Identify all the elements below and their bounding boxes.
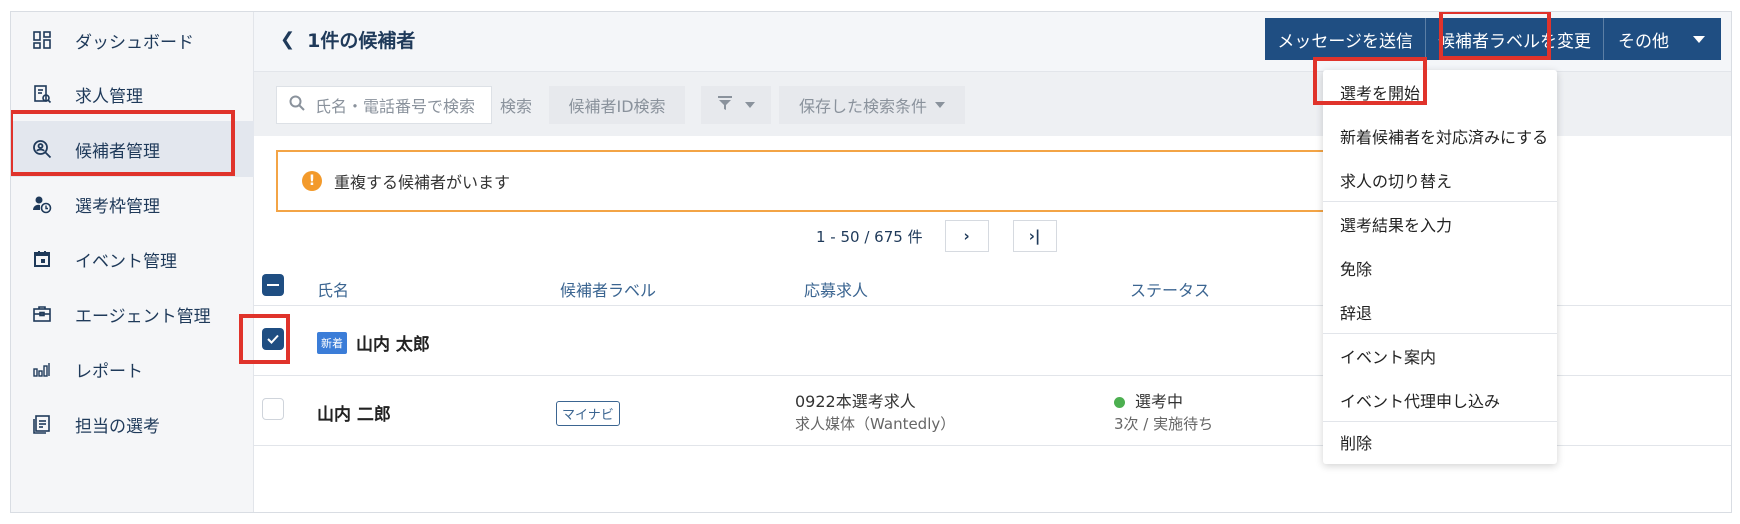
assigned-icon bbox=[31, 413, 53, 435]
status-dot bbox=[1114, 397, 1125, 408]
row-checkbox[interactable] bbox=[262, 328, 284, 350]
job-source: 求人媒体（Wantedly） bbox=[795, 415, 956, 433]
sidebar-item-label: 選考枠管理 bbox=[75, 196, 160, 217]
saved-search-dropdown[interactable]: 保存した検索条件 bbox=[779, 86, 965, 124]
column-header-job: 応募求人 bbox=[804, 281, 869, 300]
sidebar-item-dashboard[interactable]: ダッシュボード bbox=[11, 12, 254, 68]
menu-item-event-proxy-apply[interactable]: イベント代理申し込み bbox=[1323, 378, 1557, 422]
page-title: 1件の候補者 bbox=[307, 30, 416, 52]
menu-item-exempt[interactable]: 免除 bbox=[1323, 246, 1557, 290]
column-header-name: 氏名 bbox=[317, 281, 350, 300]
warning-icon: ! bbox=[302, 171, 322, 191]
sidebar-item-label: エージェント管理 bbox=[75, 306, 211, 327]
column-header-label: 候補者ラベル bbox=[560, 281, 657, 300]
app-window: ダッシュボード 求人管理 候補者管理 選考枠管理 イベント管理 エージェント管理… bbox=[10, 11, 1732, 513]
saved-search-label: 保存した検索条件 bbox=[798, 97, 927, 116]
sidebar-item-label: ダッシュボード bbox=[75, 32, 194, 53]
menu-item-start-selection[interactable]: 選考を開始 bbox=[1323, 70, 1557, 114]
row-checkbox[interactable] bbox=[262, 398, 284, 420]
sidebar-item-assigned[interactable]: 担当の選考 bbox=[11, 396, 254, 452]
other-dropdown-menu: 選考を開始 新着候補者を対応済みにする 求人の切り替え 選考結果を入力 免除 辞… bbox=[1323, 70, 1557, 464]
menu-item-delete[interactable]: 削除 bbox=[1323, 420, 1557, 464]
caret-down-icon bbox=[1693, 35, 1705, 43]
sidebar-item-label: イベント管理 bbox=[75, 251, 177, 272]
pagination: 1 - 50 / 675 件 › ›| bbox=[816, 220, 1081, 252]
filter-button[interactable] bbox=[701, 86, 771, 124]
menu-item-enter-result[interactable]: 選考結果を入力 bbox=[1323, 202, 1557, 246]
send-message-button[interactable]: メッセージを送信 bbox=[1265, 18, 1426, 60]
sidebar-item-label: レポート bbox=[75, 361, 143, 382]
search-icon bbox=[289, 95, 305, 116]
next-page-button[interactable]: › bbox=[944, 220, 989, 252]
new-badge: 新着 bbox=[317, 332, 347, 354]
candidate-label-tag: マイナビ bbox=[556, 401, 620, 426]
candidate-id-search-button[interactable]: 候補者ID検索 bbox=[549, 86, 685, 124]
sidebar-item-events[interactable]: イベント管理 bbox=[11, 231, 254, 287]
sidebar-item-label: 候補者管理 bbox=[75, 141, 160, 162]
menu-item-decline[interactable]: 辞退 bbox=[1323, 290, 1557, 334]
bar-chart-icon bbox=[31, 358, 53, 380]
candidate-name[interactable]: 山内 太郎 bbox=[356, 330, 430, 355]
sidebar-item-label: 担当の選考 bbox=[75, 416, 160, 437]
schedule-slot-icon bbox=[31, 193, 53, 215]
sidebar-item-candidates[interactable]: 候補者管理 bbox=[11, 121, 254, 177]
sidebar-item-schedule-slots[interactable]: 選考枠管理 bbox=[11, 176, 254, 232]
sidebar-item-agents[interactable]: エージェント管理 bbox=[11, 286, 254, 342]
search-placeholder: 氏名・電話番号で検索 bbox=[315, 97, 476, 116]
candidate-search-icon bbox=[31, 138, 53, 160]
action-button-group: メッセージを送信 候補者ラベルを変更 その他 bbox=[1265, 18, 1721, 60]
duplicate-alert: ! 重複する候補者がいます bbox=[276, 150, 1396, 212]
column-header-status: ステータス bbox=[1130, 281, 1211, 300]
status-sub: 3次 / 実施待ち bbox=[1114, 415, 1214, 433]
menu-item-mark-handled[interactable]: 新着候補者を対応済みにする bbox=[1323, 114, 1557, 158]
dashboard-icon bbox=[31, 29, 53, 51]
sidebar-item-jobs[interactable]: 求人管理 bbox=[11, 66, 254, 122]
sidebar-item-reports[interactable]: レポート bbox=[11, 341, 254, 397]
other-button-label: その他 bbox=[1618, 31, 1669, 52]
last-page-button[interactable]: ›| bbox=[1012, 220, 1057, 252]
search-button[interactable]: 検索 bbox=[492, 86, 540, 124]
other-dropdown-button[interactable]: その他 bbox=[1604, 18, 1721, 60]
select-all-checkbox[interactable] bbox=[262, 274, 284, 296]
back-link[interactable]: ❮ 1件の候補者 bbox=[280, 26, 415, 53]
job-title: 0922本選考求人 bbox=[795, 392, 916, 411]
sidebar-item-label: 求人管理 bbox=[75, 86, 143, 107]
calendar-icon bbox=[31, 248, 53, 270]
change-label-button[interactable]: 候補者ラベルを変更 bbox=[1426, 18, 1604, 60]
page-header: ❮ 1件の候補者 メッセージを送信 候補者ラベルを変更 その他 bbox=[254, 12, 1731, 72]
caret-down-icon bbox=[745, 102, 755, 108]
job-icon bbox=[31, 83, 53, 105]
result-count: 1 - 50 / 675 件 bbox=[816, 227, 923, 246]
status-label: 選考中 bbox=[1135, 392, 1184, 411]
status-text: 選考中 bbox=[1114, 388, 1183, 412]
candidate-name[interactable]: 山内 二郎 bbox=[317, 400, 391, 425]
menu-item-switch-job[interactable]: 求人の切り替え bbox=[1323, 158, 1557, 202]
alert-text: 重複する候補者がいます bbox=[334, 173, 511, 192]
chevron-left-icon: ❮ bbox=[280, 29, 296, 50]
menu-item-event-invite[interactable]: イベント案内 bbox=[1323, 334, 1557, 378]
briefcase-icon bbox=[31, 303, 53, 325]
filter-icon bbox=[717, 95, 733, 115]
sidebar: ダッシュボード 求人管理 候補者管理 選考枠管理 イベント管理 エージェント管理… bbox=[11, 12, 254, 512]
caret-down-icon bbox=[935, 102, 945, 108]
search-input[interactable]: 氏名・電話番号で検索 bbox=[276, 86, 492, 124]
